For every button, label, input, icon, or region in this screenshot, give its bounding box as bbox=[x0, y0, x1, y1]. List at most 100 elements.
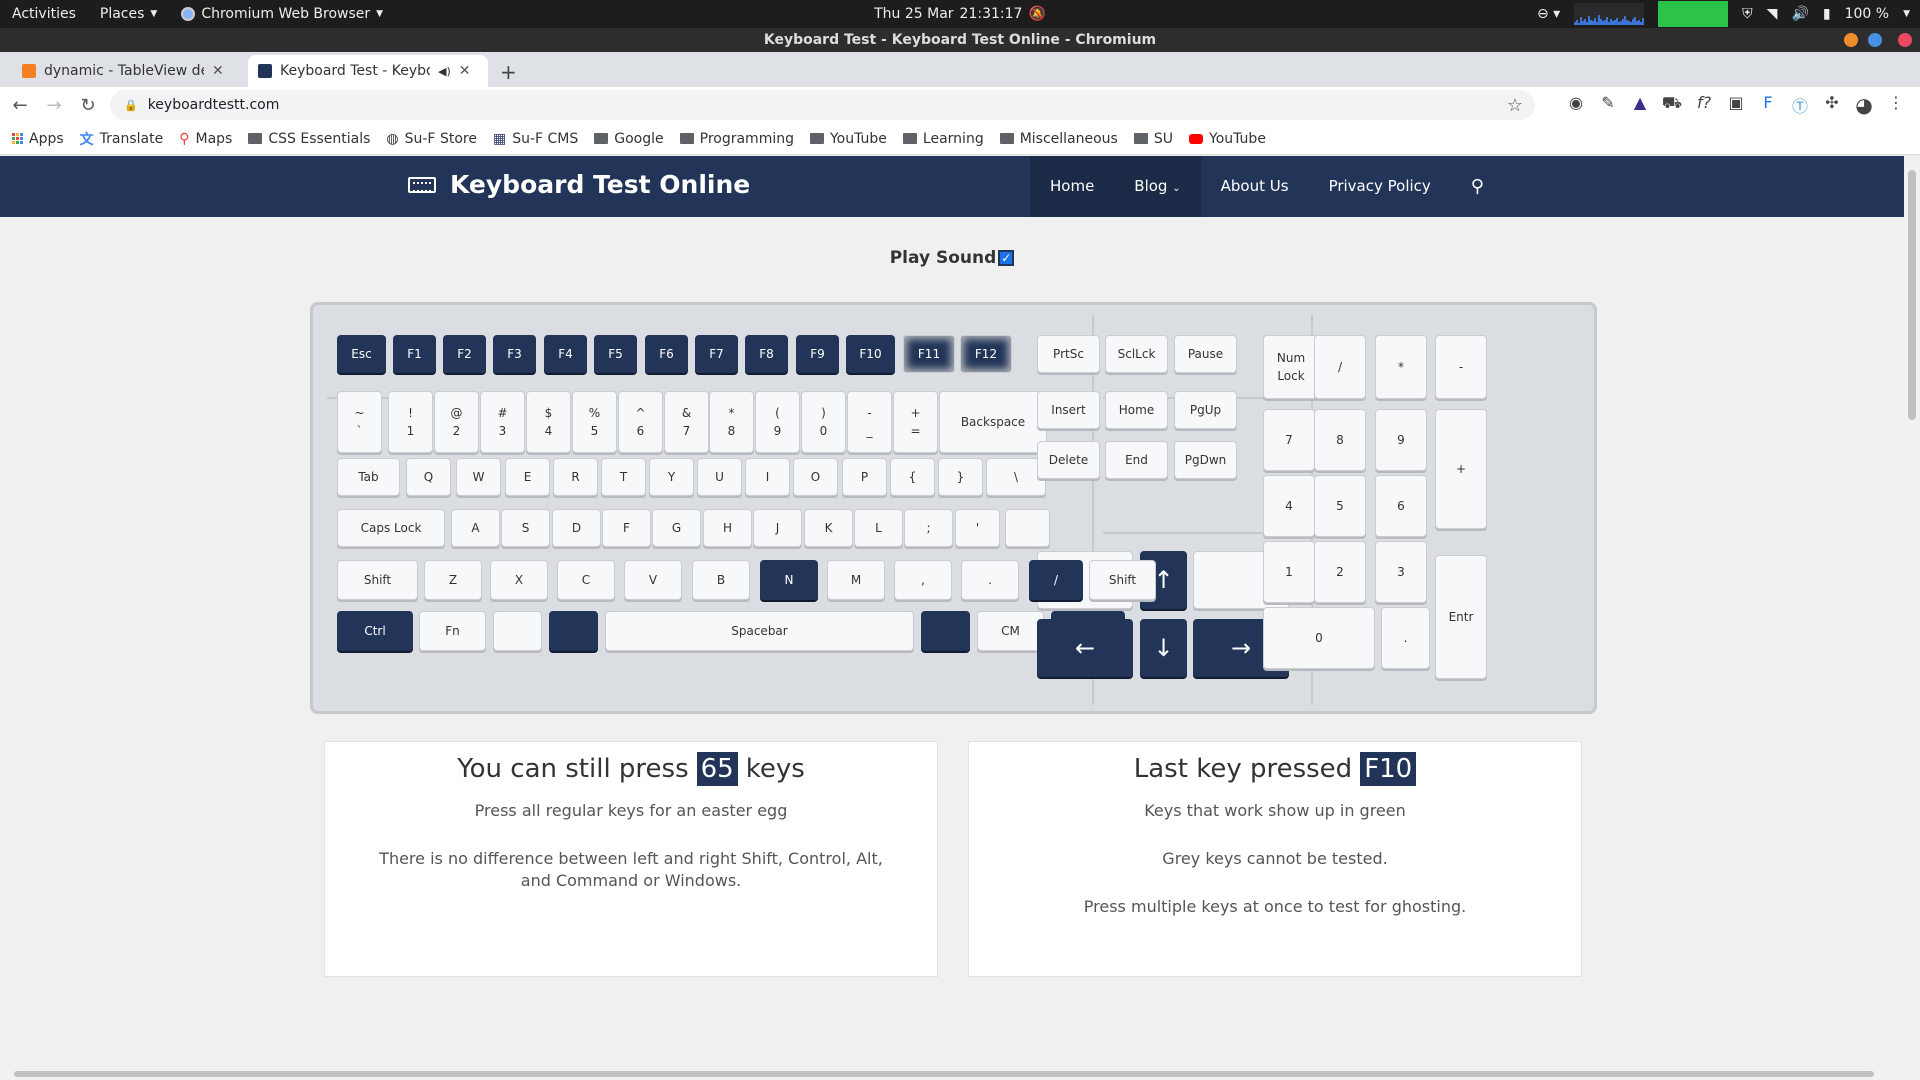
key-home[interactable]: Home bbox=[1105, 391, 1168, 429]
key-f1[interactable]: F1 bbox=[393, 335, 436, 373]
key-scllck[interactable]: SclLck bbox=[1105, 335, 1168, 373]
close-tab-icon[interactable]: ✕ bbox=[212, 63, 224, 79]
key-d[interactable]: D bbox=[552, 509, 601, 547]
key-pgup[interactable]: PgUp bbox=[1174, 391, 1237, 429]
caret-down-icon[interactable]: ▼ bbox=[1903, 9, 1910, 19]
key-o[interactable]: O bbox=[793, 458, 838, 496]
key-m[interactable]: M bbox=[827, 560, 885, 600]
key-5[interactable]: 5 bbox=[1314, 475, 1366, 537]
key-l[interactable]: L bbox=[854, 509, 903, 547]
key-←[interactable]: ← bbox=[1037, 619, 1133, 677]
key-↓[interactable]: ↓ bbox=[1140, 619, 1187, 677]
extension-pen-icon[interactable]: ✎ bbox=[1597, 93, 1619, 117]
key-prtsc[interactable]: PrtSc bbox=[1037, 335, 1100, 373]
key-f[interactable]: F bbox=[602, 509, 651, 547]
speaker-icon[interactable]: ◀) bbox=[438, 65, 451, 78]
bookmark-programming[interactable]: Programming bbox=[679, 131, 794, 147]
key-ctrl[interactable]: Ctrl bbox=[337, 611, 413, 651]
key-sym[interactable]: - bbox=[1435, 335, 1487, 399]
extension-translate-icon[interactable]: Ⓣ bbox=[1789, 93, 1811, 117]
key-sym[interactable]: ~ ` bbox=[337, 391, 382, 453]
activities-button[interactable]: Activities bbox=[0, 6, 88, 22]
close-window-button[interactable] bbox=[1898, 33, 1912, 47]
bookmark-google[interactable]: Google bbox=[594, 131, 664, 147]
key-blank[interactable] bbox=[921, 611, 970, 651]
key-y[interactable]: Y bbox=[649, 458, 694, 496]
key-pause[interactable]: Pause bbox=[1174, 335, 1237, 373]
key-f2[interactable]: F2 bbox=[443, 335, 486, 373]
extension-function-icon[interactable]: f? bbox=[1693, 93, 1715, 117]
url-text[interactable]: keyboardtestt.com bbox=[148, 97, 280, 113]
bookmark-maps[interactable]: ⚲ Maps bbox=[179, 131, 232, 147]
menu-kebab-icon[interactable]: ⋮ bbox=[1885, 93, 1907, 117]
key-sym[interactable]: + = bbox=[893, 391, 938, 453]
key-k[interactable]: K bbox=[804, 509, 853, 547]
extension-square-icon[interactable]: ▣ bbox=[1725, 93, 1747, 117]
key-entr[interactable]: Entr bbox=[1435, 555, 1487, 679]
key-3[interactable]: # 3 bbox=[480, 391, 525, 453]
key-1[interactable]: ! 1 bbox=[388, 391, 433, 453]
extension-cap-icon[interactable]: ▲ bbox=[1629, 93, 1651, 117]
tab-tableview[interactable]: dynamic - TableView dele ✕ bbox=[12, 55, 244, 87]
bookmark-miscellaneous[interactable]: Miscellaneous bbox=[999, 131, 1118, 147]
input-method-icon[interactable]: ⊖ ▾ bbox=[1537, 6, 1560, 22]
key-sym[interactable]: * bbox=[1375, 335, 1427, 399]
key-h[interactable]: H bbox=[703, 509, 752, 547]
key-sym[interactable]: ; bbox=[904, 509, 953, 547]
bookmark-youtube[interactable]: YouTube bbox=[809, 131, 887, 147]
key-sym[interactable]: / bbox=[1029, 560, 1083, 600]
key-f3[interactable]: F3 bbox=[493, 335, 536, 373]
key-delete[interactable]: Delete bbox=[1037, 441, 1100, 479]
key-u[interactable]: U bbox=[697, 458, 742, 496]
key-j[interactable]: J bbox=[753, 509, 802, 547]
key-sym[interactable]: - _ bbox=[847, 391, 892, 453]
key-2[interactable]: @ 2 bbox=[434, 391, 479, 453]
key-sym[interactable]: { bbox=[890, 458, 935, 496]
search-icon[interactable]: ⚲ bbox=[1451, 156, 1504, 217]
key-3[interactable]: 3 bbox=[1375, 541, 1427, 603]
nav-blog[interactable]: Blog ⌄ bbox=[1114, 156, 1201, 217]
bookmark-learning[interactable]: Learning bbox=[902, 131, 984, 147]
horizontal-scrollbar[interactable] bbox=[0, 1068, 1904, 1080]
play-sound-checkbox[interactable]: ✓ bbox=[998, 250, 1015, 266]
key-4[interactable]: $ 4 bbox=[526, 391, 571, 453]
key-f11[interactable]: F11 bbox=[903, 335, 955, 373]
key-0[interactable]: 0 bbox=[1263, 607, 1375, 669]
key-g[interactable]: G bbox=[652, 509, 701, 547]
minimize-button[interactable] bbox=[1844, 33, 1858, 47]
key-caps-lock[interactable]: Caps Lock bbox=[337, 509, 445, 547]
scrollbar-thumb[interactable] bbox=[1908, 170, 1916, 420]
nav-privacy-policy[interactable]: Privacy Policy bbox=[1309, 156, 1451, 217]
bookmark-su-f-store[interactable]: ◍ Su-F Store bbox=[386, 131, 477, 147]
key-f8[interactable]: F8 bbox=[745, 335, 788, 373]
tab-keyboard-test[interactable]: Keyboard Test - Keybo ◀) ✕ bbox=[248, 55, 488, 87]
key-f4[interactable]: F4 bbox=[544, 335, 587, 373]
site-logo[interactable]: Keyboard Test Online bbox=[408, 170, 750, 199]
key-8[interactable]: 8 bbox=[1314, 409, 1366, 471]
extension-ghost-icon[interactable]: ◉ bbox=[1565, 93, 1587, 117]
clock[interactable]: Thu 25 Mar 21:31:17 🔕 bbox=[874, 6, 1046, 22]
key-t[interactable]: T bbox=[601, 458, 646, 496]
key-s[interactable]: S bbox=[501, 509, 550, 547]
reload-icon[interactable]: ↻ bbox=[74, 95, 102, 116]
extension-car-icon[interactable]: ⛟ bbox=[1661, 93, 1683, 117]
bookmark-css-essentials[interactable]: CSS Essentials bbox=[248, 131, 370, 147]
bookmark-apps[interactable]: Apps bbox=[12, 131, 64, 147]
scrollbar-thumb[interactable] bbox=[14, 1071, 1874, 1077]
key-f6[interactable]: F6 bbox=[645, 335, 688, 373]
bookmark-su[interactable]: SU bbox=[1133, 131, 1173, 147]
nav-home[interactable]: Home bbox=[1030, 156, 1115, 217]
key-a[interactable]: A bbox=[451, 509, 500, 547]
key-7[interactable]: & 7 bbox=[664, 391, 709, 453]
key-cm[interactable]: CM bbox=[977, 611, 1044, 651]
key-w[interactable]: W bbox=[456, 458, 501, 496]
forward-arrow-icon[interactable]: → bbox=[40, 95, 68, 116]
key-6[interactable]: 6 bbox=[1375, 475, 1427, 537]
extensions-puzzle-icon[interactable]: ✣ bbox=[1821, 93, 1843, 117]
bookmark-translate[interactable]: 文 Translate bbox=[80, 129, 164, 149]
key-e[interactable]: E bbox=[505, 458, 550, 496]
key-8[interactable]: * 8 bbox=[709, 391, 754, 453]
maximize-button[interactable] bbox=[1868, 33, 1882, 47]
key-blank[interactable] bbox=[493, 611, 542, 651]
key-7[interactable]: 7 bbox=[1263, 409, 1315, 471]
